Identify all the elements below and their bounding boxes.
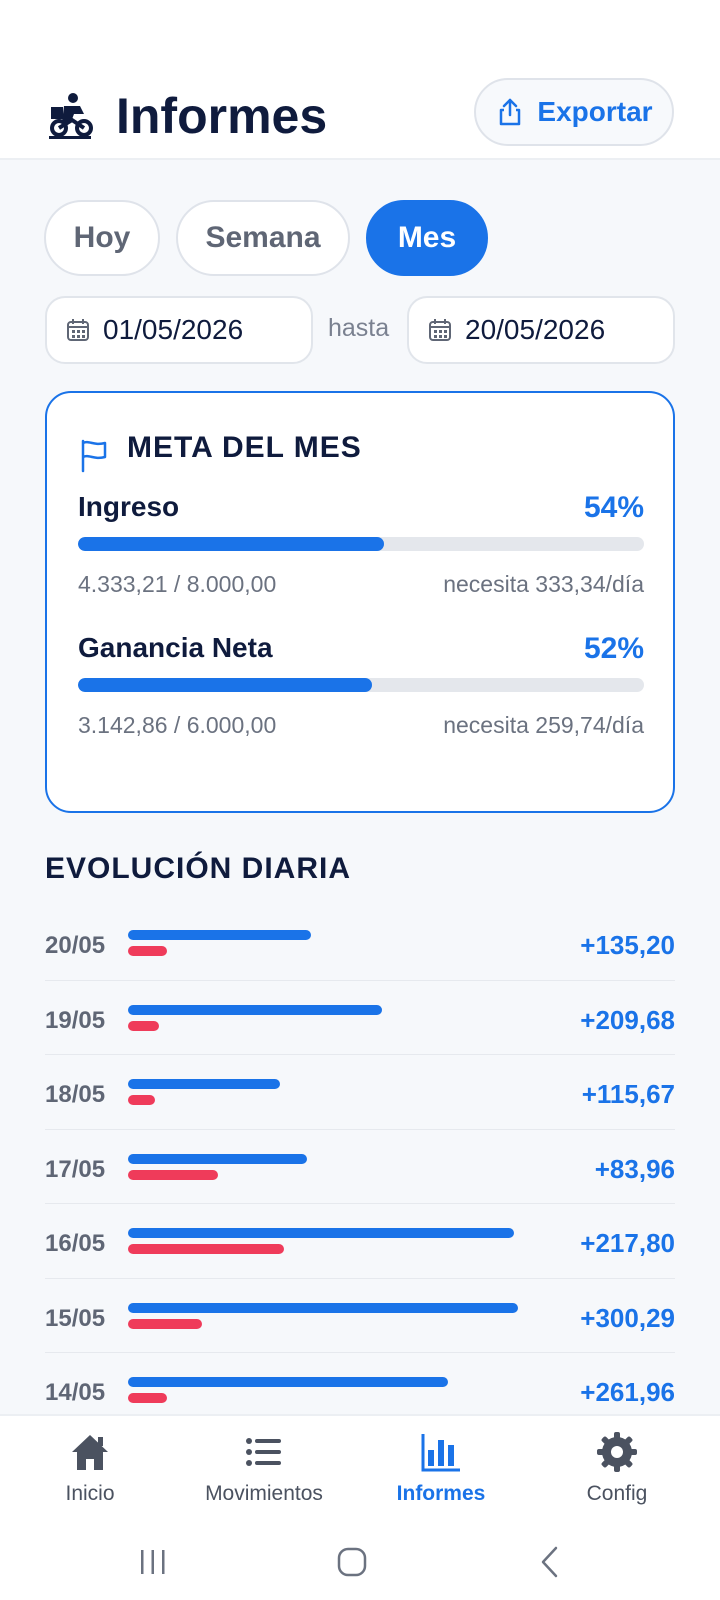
daily-value: +261,96 — [580, 1377, 675, 1407]
bottom-navigation: Inicio Movimientos Informes Config — [0, 1414, 720, 1524]
range-separator: hasta — [328, 314, 390, 342]
daily-row: 16/05 +217,80 — [45, 1204, 675, 1279]
home-icon — [72, 1435, 108, 1470]
calendar-icon — [429, 319, 451, 341]
daily-date: 14/05 — [45, 1379, 106, 1406]
expense-bar — [128, 1095, 155, 1105]
daily-date: 18/05 — [45, 1081, 106, 1108]
daily-row: 17/05 +83,96 — [45, 1130, 675, 1204]
daily-date: 15/05 — [45, 1304, 106, 1332]
gear-icon — [597, 1432, 637, 1472]
daily-date: 16/05 — [45, 1230, 106, 1257]
expense-bar — [128, 946, 167, 956]
expense-bar — [128, 1020, 159, 1031]
goal-amount: 3.142,86 / 6.000,00 — [78, 712, 277, 738]
nav-inicio[interactable]: Inicio — [0, 1416, 180, 1526]
income-bar — [128, 1004, 382, 1015]
status-bar — [0, 0, 720, 60]
goal-progress-fill — [78, 537, 384, 551]
segment-label: Hoy — [73, 221, 131, 254]
back-icon[interactable] — [538, 1544, 562, 1580]
daily-value: +83,96 — [594, 1153, 675, 1184]
nav-informes[interactable]: Informes — [351, 1416, 531, 1526]
income-bar — [128, 1377, 448, 1387]
nav-movimientos[interactable]: Movimientos — [174, 1416, 354, 1526]
daily-row: 14/05 +261,96 — [45, 1353, 675, 1414]
segment-label: Mes — [397, 221, 457, 254]
date-to-value: 20/05/2026 — [465, 314, 606, 345]
goal-need: necesita 259,74/día — [443, 712, 644, 738]
segment-label: Semana — [205, 221, 321, 254]
page-title: Informes — [116, 88, 328, 144]
date-from-field[interactable]: 01/05/2026 — [45, 296, 313, 364]
income-bar — [128, 1079, 280, 1089]
period-selector: Hoy Semana Mes — [44, 200, 488, 276]
flag-icon — [81, 439, 107, 473]
segment-semana[interactable]: Semana — [176, 200, 350, 276]
home-button-icon[interactable] — [336, 1544, 368, 1580]
nav-label: Movimientos — [205, 1482, 323, 1505]
share-icon — [500, 98, 521, 126]
date-from-value: 01/05/2026 — [103, 314, 244, 345]
daily-row: 15/05 +300,29 — [45, 1279, 675, 1353]
goal-need: necesita 333,34/día — [443, 571, 644, 597]
app-header: Informes Exportar — [0, 60, 720, 160]
expense-bar — [128, 1318, 202, 1329]
expense-bar — [128, 1244, 284, 1254]
income-bar — [128, 1302, 518, 1313]
nav-config[interactable]: Config — [527, 1416, 707, 1526]
nav-label: Informes — [396, 1482, 486, 1505]
calendar-icon — [67, 319, 89, 341]
goal-percent: 54% — [583, 491, 644, 524]
daily-evolution-list: 20/05 +135,20 19/05 +209,68 18/05 +115,67 17/0… — [45, 906, 675, 1414]
income-bar — [128, 1153, 307, 1164]
daily-section-title: EVOLUCIÓN DIARIA — [45, 852, 352, 885]
bar-chart-icon — [421, 1434, 460, 1472]
export-label: Exportar — [537, 96, 653, 127]
daily-date: 20/05 — [45, 932, 106, 959]
daily-row: 18/05 +115,67 — [45, 1055, 675, 1130]
goal-amount: 4.333,21 / 8.000,00 — [78, 571, 277, 597]
date-to-field[interactable]: 20/05/2026 — [407, 296, 675, 364]
income-bar — [128, 930, 311, 940]
daily-row: 19/05 +209,68 — [45, 981, 675, 1055]
goal-progress-track — [78, 537, 644, 551]
goal-label: Ganancia Neta — [78, 632, 273, 663]
monthly-goal-card: META DEL MES Ingreso 54% 4.333,21 / 8.00… — [45, 391, 675, 813]
segment-mes[interactable]: Mes — [366, 200, 488, 276]
daily-value: +209,68 — [580, 1004, 675, 1035]
income-bar — [128, 1228, 514, 1238]
nav-label: Config — [586, 1482, 648, 1505]
goal-label: Ingreso — [78, 491, 180, 522]
daily-date: 19/05 — [45, 1006, 106, 1034]
list-icon — [246, 1438, 281, 1466]
delivery-rider-icon — [49, 93, 93, 139]
goal-progress-fill — [78, 678, 373, 692]
daily-value: +217,80 — [580, 1228, 675, 1258]
goal-title: META DEL MES — [127, 431, 362, 464]
recent-apps-icon[interactable] — [138, 1544, 168, 1580]
daily-value: +300,29 — [580, 1302, 675, 1333]
segment-hoy[interactable]: Hoy — [44, 200, 160, 276]
daily-date: 17/05 — [45, 1155, 106, 1183]
daily-value: +135,20 — [580, 930, 675, 960]
daily-value: +115,67 — [581, 1079, 675, 1109]
expense-bar — [128, 1169, 218, 1180]
nav-label: Inicio — [65, 1482, 115, 1505]
goal-percent: 52% — [583, 632, 644, 665]
expense-bar — [128, 1393, 167, 1403]
daily-row: 20/05 +135,20 — [45, 906, 675, 981]
goal-progress-track — [78, 678, 644, 692]
system-navigation-bar — [0, 1524, 720, 1600]
export-button[interactable]: Exportar — [474, 78, 674, 146]
